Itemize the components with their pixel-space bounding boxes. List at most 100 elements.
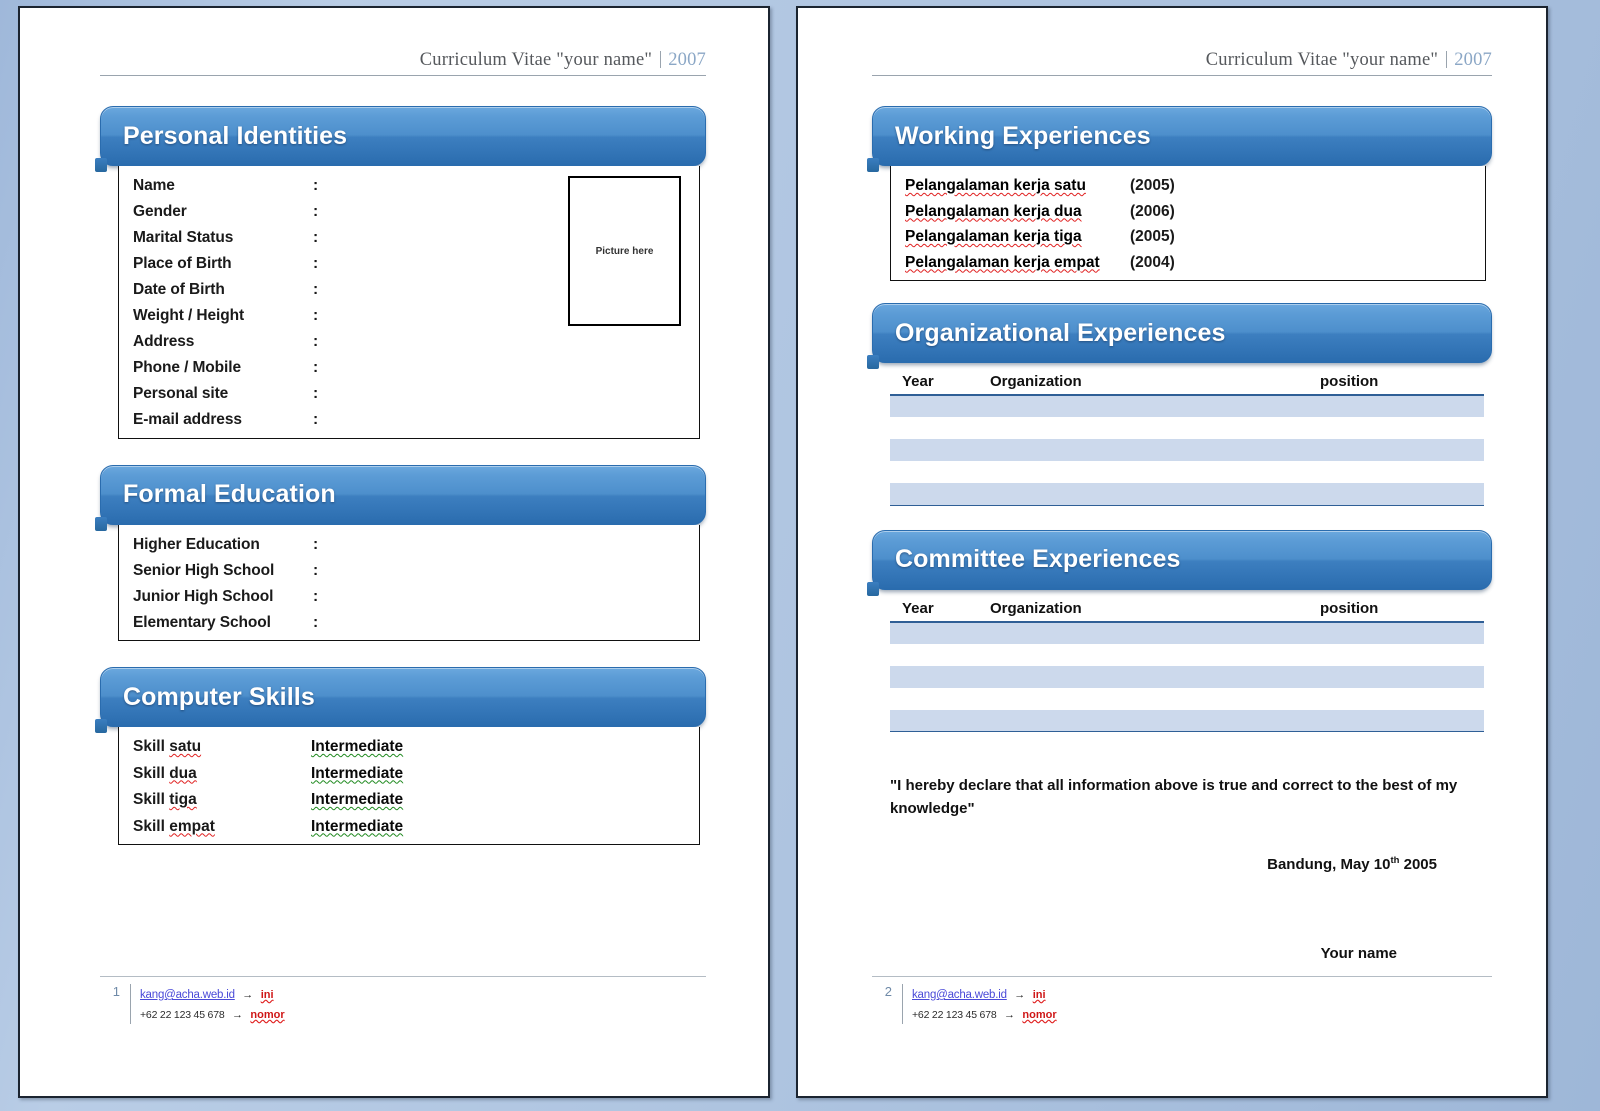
bar-corner-nub (867, 355, 879, 369)
table-row[interactable] (890, 395, 1484, 417)
arrow-icon: → (239, 989, 256, 1001)
footer-email-note: ini (261, 989, 274, 1001)
cell-year (890, 710, 990, 732)
header-divider (660, 51, 661, 68)
section-header-bar[interactable]: Computer Skills (100, 667, 706, 727)
cell-position (1320, 622, 1484, 644)
header-year: 2007 (1454, 50, 1492, 70)
arrow-icon: → (1011, 989, 1028, 1001)
section-title: Computer Skills (123, 683, 315, 712)
skill-name: Skill tiga (133, 792, 311, 808)
skill-level-text: Intermediate (311, 738, 403, 755)
footer-email-link[interactable]: kang@acha.web.id (912, 989, 1007, 1001)
footer-phone-text: +62 22 123 45 678 (912, 1009, 996, 1021)
skill-level: Intermediate (311, 766, 403, 782)
section-computer-skills: Computer Skills Skill satu Intermediate … (100, 667, 706, 845)
cell-position (1320, 483, 1484, 505)
skill-name: Skill satu (133, 739, 311, 755)
page-header: Curriculum Vitae "your name"2007 (872, 50, 1492, 76)
document-page-2[interactable]: Curriculum Vitae "your name"2007 Working… (796, 6, 1548, 1098)
section-working-experiences: Working Experiences Pelangalaman kerja s… (872, 106, 1492, 281)
skill-word-misspelled: satu (169, 738, 201, 755)
bar-corner-nub (95, 158, 107, 172)
picture-placeholder-box[interactable]: Picture here (568, 176, 681, 326)
footer-phone-line: +62 22 123 45 678 → nomor (912, 1004, 1057, 1024)
footer-email-note: ini (1033, 989, 1046, 1001)
field-label: E-mail address (133, 412, 313, 428)
field-colon: : (313, 204, 318, 220)
field-colon: : (313, 589, 318, 605)
working-experiences-box: Pelangalaman kerja satu (2005) Pelangala… (890, 166, 1486, 281)
cell-organization (990, 439, 1320, 461)
footer-email-link[interactable]: kang@acha.web.id (140, 989, 235, 1001)
field-colon: : (313, 615, 318, 631)
field-label: Name (133, 178, 313, 194)
table-row-spacer (890, 461, 1484, 483)
skill-prefix: Skill (133, 738, 165, 755)
table-header-row: Year Organization position (890, 598, 1484, 622)
footer-email-line: kang@acha.web.id → ini (912, 984, 1057, 1004)
work-experience-year: (2004) (1130, 255, 1175, 271)
skill-row: Skill empat Intermediate (133, 819, 685, 835)
footer-phone-text: +62 22 123 45 678 (140, 1009, 224, 1021)
header-divider (1446, 51, 1447, 68)
column-header-organization: Organization (990, 371, 1320, 395)
document-page-1[interactable]: Curriculum Vitae "your name"2007 Persona… (18, 6, 770, 1098)
cell-organization (990, 710, 1320, 732)
field-colon: : (313, 256, 318, 272)
section-committee-experiences: Committee Experiences Year Organization … (872, 530, 1492, 733)
footer-contact-lines: kang@acha.web.id → ini +62 22 123 45 678… (130, 984, 285, 1024)
table-header-row: Year Organization position (890, 371, 1484, 395)
page-footer: 1 kang@acha.web.id → ini +62 22 123 45 6… (100, 976, 706, 1024)
footer-email-line: kang@acha.web.id → ini (140, 984, 285, 1004)
arrow-icon: → (229, 1009, 246, 1021)
table-row[interactable] (890, 666, 1484, 688)
work-experience-year: (2006) (1130, 204, 1175, 220)
field-label: Place of Birth (133, 256, 313, 272)
skill-prefix: Skill (133, 818, 165, 835)
table-row[interactable] (890, 439, 1484, 461)
skill-word-misspelled: tiga (169, 791, 197, 808)
table-row-spacer (890, 644, 1484, 666)
footer-phone-note: nomor (1022, 1009, 1056, 1021)
field-colon: : (313, 563, 318, 579)
bar-corner-nub (95, 517, 107, 531)
table-row[interactable] (890, 710, 1484, 732)
skill-level-text: Intermediate (311, 791, 403, 808)
field-label: Higher Education (133, 537, 313, 553)
page-number: 1 (100, 984, 130, 999)
section-header-bar[interactable]: Working Experiences (872, 106, 1492, 166)
cell-year (890, 439, 990, 461)
section-header-bar[interactable]: Formal Education (100, 465, 706, 525)
field-colon: : (313, 282, 318, 298)
skill-row: Skill tiga Intermediate (133, 792, 685, 808)
date-ordinal-suffix: th (1390, 855, 1399, 866)
field-label: Marital Status (133, 230, 313, 246)
section-organizational-experiences: Organizational Experiences Year Organiza… (872, 303, 1492, 506)
signature-name: Your name (872, 945, 1492, 962)
field-label: Senior High School (133, 563, 313, 579)
field-colon: : (313, 412, 318, 428)
work-experience-title: Pelangalaman kerja empat (905, 255, 1130, 271)
field-label: Weight / Height (133, 308, 313, 324)
skill-row: Skill dua Intermediate (133, 766, 685, 782)
section-personal-identities: Personal Identities Picture here Name: G… (100, 106, 706, 439)
document-pages: Curriculum Vitae "your name"2007 Persona… (0, 0, 1600, 1098)
section-header-bar[interactable]: Personal Identities (100, 106, 706, 166)
section-header-bar[interactable]: Organizational Experiences (872, 303, 1492, 363)
section-header-bar[interactable]: Committee Experiences (872, 530, 1492, 590)
field-colon: : (313, 537, 318, 553)
field-row: Senior High School: (133, 563, 685, 579)
work-experience-row: Pelangalaman kerja tiga (2005) (905, 229, 1471, 245)
skill-prefix: Skill (133, 791, 165, 808)
footer-phone-line: +62 22 123 45 678 → nomor (140, 1004, 285, 1024)
committee-experiences-table: Year Organization position (890, 598, 1484, 733)
section-formal-education: Formal Education Higher Education: Senio… (100, 465, 706, 642)
table-row[interactable] (890, 483, 1484, 505)
cell-year (890, 395, 990, 417)
field-label: Gender (133, 204, 313, 220)
field-label: Address (133, 334, 313, 350)
picture-placeholder-label: Picture here (596, 246, 654, 257)
table-row[interactable] (890, 622, 1484, 644)
column-header-position: position (1320, 371, 1484, 395)
